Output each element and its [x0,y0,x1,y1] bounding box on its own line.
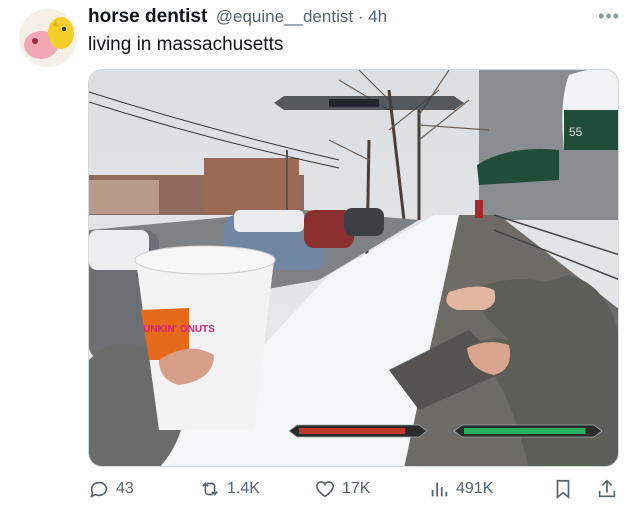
bookmark-icon [556,479,570,500]
cup-brand: UNKIN' ONUTS [143,324,215,335]
compass-bar [274,96,464,110]
reply-button[interactable]: 43 [88,478,134,500]
like-icon [315,481,335,498]
avatar[interactable] [19,9,77,67]
health-bar [288,424,428,438]
like-button[interactable]: 17K [314,478,370,500]
more-horizontal-icon[interactable]: ••• [598,6,620,27]
view-count: 491K [456,480,494,497]
avatar-image [19,9,77,67]
repost-button[interactable]: 1.4K [199,478,260,500]
share-icon [598,479,616,498]
repost-icon [202,482,218,496]
tweet-actions: 43 1.4K 17K 491K [88,478,628,506]
reply-icon [90,481,108,498]
tweet-header: horse dentist @equine__dentist · 4h ••• [88,6,620,30]
bookmark-button[interactable] [552,478,574,500]
views-icon [431,482,448,497]
like-count: 17K [342,480,371,497]
tweet-text: living in massachusetts [88,34,284,55]
display-name[interactable]: horse dentist [88,6,207,27]
views-button[interactable]: 491K [428,478,493,500]
share-button[interactable] [596,478,618,500]
handle-and-time[interactable]: @equine__dentist · 4h [216,7,387,26]
repost-count: 1.4K [227,480,260,497]
tweet-media-image[interactable]: 55 UNKIN' ONUTS [88,69,619,467]
reply-count: 43 [116,480,134,497]
snowy-street-photo: 55 UNKIN' ONUTS [89,70,618,466]
stamina-bar [453,424,603,438]
sign-number: 55 [569,125,583,139]
